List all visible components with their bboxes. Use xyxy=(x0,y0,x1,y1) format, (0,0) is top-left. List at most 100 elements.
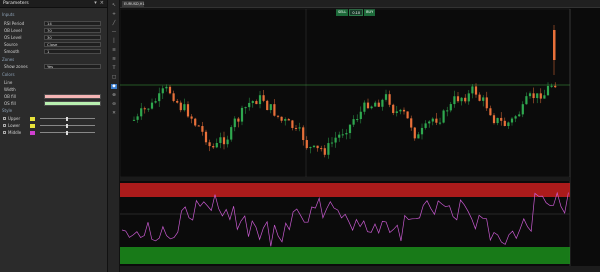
param-value[interactable]: 14 xyxy=(44,20,101,27)
candle-body xyxy=(503,120,506,127)
indicator-icon[interactable]: ◆ xyxy=(111,84,117,89)
candle-body xyxy=(240,107,244,122)
param-value[interactable]: Yes xyxy=(44,63,101,70)
candle-body xyxy=(179,102,182,111)
candle-body xyxy=(233,118,236,128)
candle-body xyxy=(532,93,535,99)
price-and-rsi-chart[interactable] xyxy=(120,0,600,272)
candle-body xyxy=(482,97,485,101)
candle-body xyxy=(309,147,312,149)
candle-body xyxy=(546,85,550,96)
candle-body xyxy=(438,122,442,124)
param-label: OB Level xyxy=(4,28,22,33)
param-row[interactable]: Smooth 1 xyxy=(0,48,106,55)
style-row[interactable]: Upper xyxy=(0,115,106,122)
candle-body xyxy=(316,145,319,149)
os-fill-swatch[interactable] xyxy=(44,100,101,107)
fibo-icon[interactable]: ≋ xyxy=(111,57,117,62)
candle-body xyxy=(363,102,366,112)
zone-row[interactable]: Show zones Yes xyxy=(0,63,106,70)
candle-body xyxy=(255,101,258,105)
style-row[interactable]: Middle xyxy=(0,129,106,136)
param-row[interactable]: RSI Period 14 xyxy=(0,20,106,27)
shapes-icon[interactable]: □ xyxy=(111,75,117,80)
trendline-icon[interactable]: ╱ xyxy=(111,21,117,26)
channel-icon[interactable]: ≡ xyxy=(111,48,117,53)
candle-body xyxy=(147,108,150,110)
settings-panel: Parameters ▾ × Inputs RSI Period 14 OB L… xyxy=(0,0,108,272)
crosshair-icon[interactable]: + xyxy=(111,12,117,17)
candle-body xyxy=(269,104,272,111)
candle-body xyxy=(420,127,424,135)
candle-body xyxy=(514,116,517,119)
pane-separator xyxy=(120,177,570,181)
candle-body xyxy=(280,116,283,121)
style-checkbox[interactable] xyxy=(3,117,6,120)
delete-icon[interactable]: ✕ xyxy=(111,111,117,116)
candle-body xyxy=(345,133,348,135)
param-row[interactable]: OB Level 70 xyxy=(0,27,106,34)
price-pane-frame xyxy=(120,8,571,178)
color-row[interactable]: Line xyxy=(0,79,106,86)
chart-window[interactable]: EURUSD,H1 SELL 0.10 BUY xyxy=(120,0,600,272)
param-row[interactable]: Source Close xyxy=(0,41,106,48)
candle-body xyxy=(161,88,164,94)
style-checkbox[interactable] xyxy=(3,131,6,134)
candle-body xyxy=(453,96,456,105)
pin-icon[interactable]: ▾ xyxy=(94,1,97,6)
param-label: Smooth xyxy=(4,49,20,54)
candle-body xyxy=(460,97,463,102)
style-row[interactable]: Lower xyxy=(0,122,106,129)
color-swatch[interactable] xyxy=(30,116,35,121)
cursor-icon[interactable]: ↖ xyxy=(111,3,117,8)
candle-body xyxy=(197,125,200,127)
candle-body xyxy=(237,118,240,122)
candle-body xyxy=(266,100,269,111)
ob-fill-swatch[interactable] xyxy=(44,93,101,100)
hline-icon[interactable]: — xyxy=(111,30,117,35)
text-icon[interactable]: T xyxy=(111,66,117,71)
color-row[interactable]: Width xyxy=(0,86,106,93)
color-swatch[interactable] xyxy=(30,130,35,135)
candle-body xyxy=(273,104,276,116)
width-slider[interactable] xyxy=(40,130,95,135)
candle-body xyxy=(366,102,370,109)
param-value[interactable]: 70 xyxy=(44,27,101,34)
param-value[interactable]: 1 xyxy=(44,48,101,55)
vline-icon[interactable]: │ xyxy=(111,39,117,44)
param-value[interactable]: 30 xyxy=(44,34,101,41)
candle-body xyxy=(294,127,298,129)
color-row[interactable]: OS fill xyxy=(0,100,106,107)
candle-body xyxy=(521,104,524,115)
candle-body xyxy=(341,134,344,136)
candle-body xyxy=(496,117,499,124)
candle-body xyxy=(258,95,262,105)
time-scale xyxy=(120,266,600,272)
candle-body xyxy=(165,86,168,89)
width-slider[interactable] xyxy=(40,116,95,121)
param-value[interactable]: Close xyxy=(44,41,101,48)
panel-title: Parameters xyxy=(3,1,29,6)
param-label: Show zones xyxy=(4,64,28,69)
candle-body xyxy=(471,86,474,94)
candle-body xyxy=(554,85,557,88)
zoom-in-icon[interactable]: ⊕ xyxy=(111,93,117,98)
section-style: Style xyxy=(2,108,13,113)
width-slider[interactable] xyxy=(40,123,95,128)
close-icon[interactable]: × xyxy=(100,1,104,6)
candle-body xyxy=(467,93,470,102)
param-row[interactable]: OS Level 30 xyxy=(0,34,106,41)
candle-body xyxy=(348,124,352,134)
candle-body xyxy=(464,97,467,102)
color-row[interactable]: OB fill xyxy=(0,93,106,100)
candle-body xyxy=(399,109,402,112)
style-checkbox[interactable] xyxy=(3,124,6,127)
color-swatch[interactable] xyxy=(30,123,35,128)
candle-body xyxy=(244,107,247,109)
candle-body xyxy=(500,117,503,121)
candle-body xyxy=(485,97,488,109)
candle-body xyxy=(428,121,431,124)
candle-body xyxy=(212,146,215,148)
overbought-zone xyxy=(120,183,570,197)
zoom-out-icon[interactable]: ⊖ xyxy=(111,102,117,107)
